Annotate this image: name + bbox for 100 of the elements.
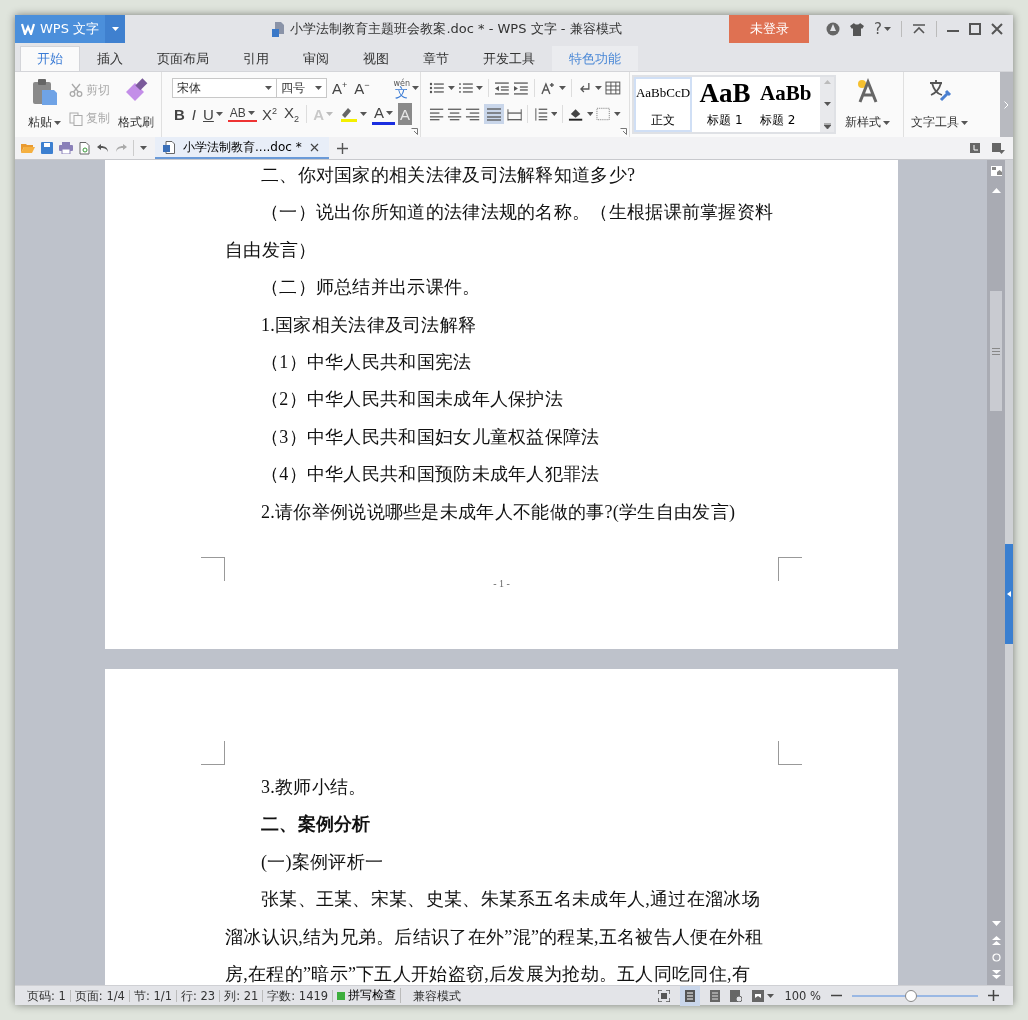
skin-icon[interactable] (826, 22, 841, 36)
caret-icon (447, 86, 455, 90)
distributed-icon[interactable] (506, 107, 522, 121)
ribbon-tab[interactable]: 审阅 (286, 46, 346, 71)
format-button[interactable]: A$^{+}$ (330, 77, 350, 99)
spell-check-button[interactable]: 拼写检查 (333, 988, 402, 1003)
decrease-indent-icon[interactable] (494, 81, 511, 95)
paragraph: （4）中华人民共和国预防未成年人犯罪法 (260, 463, 601, 487)
paint-bucket-icon[interactable] (568, 107, 584, 121)
format-button[interactable]: X$^{2}$ (259, 103, 279, 125)
help-button[interactable]: ? (874, 20, 891, 38)
numbered-list-icon[interactable] (457, 81, 474, 95)
align-center-icon[interactable] (447, 107, 463, 121)
caret-icon (558, 86, 566, 90)
style-option[interactable]: AaBb 标题 2 (758, 77, 820, 132)
paste-button[interactable]: 粘贴 (25, 76, 64, 133)
crop-mark (201, 557, 225, 582)
highlighter-icon (339, 106, 358, 122)
close-icon[interactable] (309, 142, 319, 152)
status-text: 列: 21 (220, 989, 264, 1002)
menu-dropdown-icon[interactable] (992, 142, 1005, 154)
page-view-icon[interactable] (685, 989, 696, 1002)
ribbon-tab[interactable]: 引用 (226, 46, 286, 71)
caret-icon (614, 112, 622, 116)
style-option[interactable]: AaB 标题 1 (692, 77, 758, 132)
paragraph: 二、案例分析 (260, 813, 372, 837)
style-option[interactable]: AaBbCcD 正文 (634, 77, 692, 132)
paragraph: （二）师总结并出示课件。 (260, 276, 482, 300)
ribbon-tab[interactable]: 插入 (80, 46, 140, 71)
expand-icon[interactable] (823, 123, 831, 129)
fullscreen-icon[interactable] (658, 989, 671, 1002)
format-button[interactable]: A (371, 103, 395, 125)
caret-icon (140, 146, 147, 150)
caret-icon (247, 111, 255, 115)
text-tools-button[interactable]: 文字工具 (908, 76, 971, 133)
font-name-field[interactable]: 宋体 (172, 78, 277, 98)
scroll-thumb[interactable] (990, 291, 1002, 411)
status-text: 节: 1/1 (129, 989, 177, 1002)
ribbon-tab[interactable]: 开始 (20, 46, 80, 71)
table-icon[interactable] (605, 81, 622, 95)
vertical-scrollbar[interactable] (987, 160, 1005, 985)
align-right-icon[interactable] (465, 107, 481, 121)
status-text: 页码: 1 (23, 989, 71, 1002)
crop-mark (201, 741, 225, 765)
caret-icon (550, 112, 558, 116)
format-painter-button[interactable]: 格式刷 (115, 76, 157, 133)
caret-icon (595, 86, 603, 90)
web-view-icon[interactable] (730, 989, 743, 1002)
undo-icon[interactable] (97, 143, 109, 153)
add-tab-icon[interactable] (336, 142, 348, 154)
word-document-icon (163, 140, 175, 154)
caret-icon (961, 120, 968, 125)
caret-icon (359, 112, 367, 116)
dialog-launcher-icon[interactable] (411, 128, 418, 135)
format-button[interactable]: A$^{−}$ (352, 77, 372, 99)
page-number: - 1 - (492, 578, 511, 590)
paragraph: （1）中华人民共和国宪法 (260, 351, 473, 375)
caret-icon (586, 112, 594, 116)
ribbon-tab[interactable]: 章节 (406, 46, 466, 71)
paragraph: （2）中华人民共和国未成年人保护法 (260, 388, 565, 412)
status-text: 字数: 1419 (263, 989, 334, 1002)
format-button[interactable]: X$_{2}$ (281, 103, 301, 125)
close-icon[interactable] (991, 23, 1003, 35)
ribbon-tab[interactable]: 开发工具 (466, 46, 552, 71)
caret-icon (823, 101, 831, 106)
caret-icon (111, 27, 119, 31)
ribbon-tab[interactable]: 视图 (346, 46, 406, 71)
format-button[interactable]: AB (227, 106, 257, 122)
format-button[interactable]: I (189, 103, 198, 125)
font-size-field[interactable]: 四号 (277, 78, 327, 98)
new-style-button[interactable]: 新样式 (842, 76, 893, 133)
increase-indent-icon[interactable] (513, 81, 529, 95)
caret-icon (883, 120, 890, 125)
ribbon-tab[interactable]: 页面布局 (140, 46, 226, 71)
collapse-ribbon-icon[interactable] (912, 24, 926, 34)
outline-view-icon[interactable] (710, 989, 721, 1002)
sort-icon[interactable] (539, 81, 556, 95)
format-button[interactable]: U (201, 103, 225, 125)
split-view-icon[interactable] (990, 166, 1002, 176)
clock-icon[interactable] (970, 143, 980, 153)
format-button[interactable]: B (172, 103, 187, 125)
document-tab[interactable]: 小学法制教育....doc * (155, 137, 329, 159)
save-icon[interactable] (41, 142, 53, 154)
bullet-list-icon[interactable] (429, 81, 445, 95)
print-preview-icon[interactable] (79, 141, 91, 155)
justify-icon[interactable] (485, 107, 502, 121)
zoom-percentage: 100 % (784, 988, 821, 1003)
caret-icon (54, 120, 61, 125)
side-panel-toggle[interactable] (1005, 544, 1013, 644)
align-left-icon[interactable] (429, 107, 445, 121)
printer-icon[interactable] (59, 142, 73, 154)
maximize-icon[interactable] (969, 23, 981, 35)
zoom-in-icon[interactable] (988, 990, 999, 1001)
shirt-icon[interactable] (850, 22, 865, 36)
copy-icon (69, 111, 83, 126)
reading-view-icon[interactable] (752, 989, 765, 1002)
format-button[interactable]: wén 文 (391, 77, 422, 99)
caret-icon (476, 86, 484, 90)
dialog-launcher-icon[interactable] (620, 128, 627, 135)
line-spacing-icon[interactable] (532, 107, 548, 121)
